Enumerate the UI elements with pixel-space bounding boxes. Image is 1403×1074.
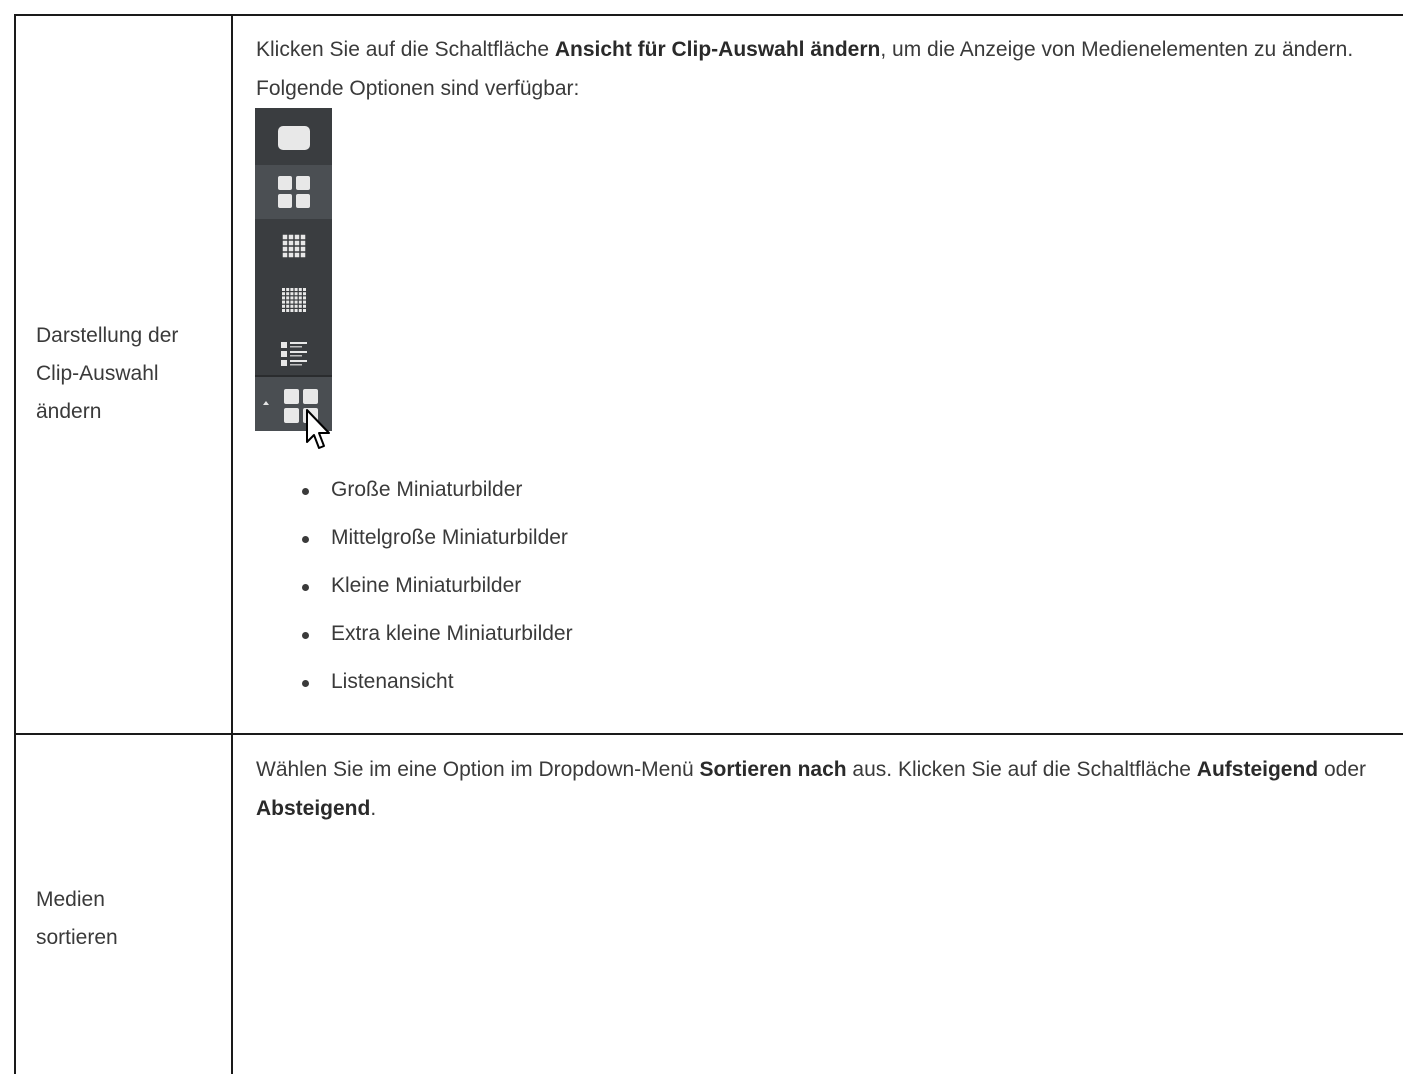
row-label-clip-view: Darstellung der Clip-Auswahl ändern bbox=[36, 317, 226, 431]
list-item: Kleine Miniaturbilder bbox=[300, 564, 573, 612]
row-label-line: Darstellung der bbox=[36, 324, 179, 347]
desc-text: oder bbox=[1318, 758, 1367, 781]
list-item: Mittelgroße Miniaturbilder bbox=[300, 516, 573, 564]
row-divider bbox=[14, 733, 1403, 735]
row-label-line: sortieren bbox=[36, 926, 118, 949]
desc-text: Wählen Sie im eine Option im Dropdown-Me… bbox=[256, 758, 700, 781]
large-thumbnails-icon bbox=[255, 111, 332, 165]
mouse-pointer-icon bbox=[306, 409, 330, 449]
row-description-sort-media: Wählen Sie im eine Option im Dropdown-Me… bbox=[256, 750, 1396, 828]
desc-text: aus. Klicken Sie auf die Schaltfläche bbox=[846, 758, 1197, 781]
desc-text: Klicken Sie auf die Schaltfläche bbox=[256, 38, 555, 61]
list-view-icon bbox=[255, 327, 332, 381]
clip-view-toolbar-image bbox=[255, 108, 332, 431]
row-description-clip-view: Klicken Sie auf die Schaltfläche Ansicht… bbox=[256, 30, 1396, 108]
desc-bold: Absteigend bbox=[256, 797, 371, 820]
list-item: Große Miniaturbilder bbox=[300, 468, 573, 516]
list-item: Extra kleine Miniaturbilder bbox=[300, 612, 573, 660]
caret-up-icon bbox=[263, 401, 269, 405]
row-label-sort-media: Medien sortieren bbox=[36, 881, 226, 957]
extra-small-thumbnails-icon bbox=[255, 273, 332, 327]
view-options-list: Große Miniaturbilder Mittelgroße Miniatu… bbox=[300, 468, 573, 708]
desc-text: . bbox=[370, 797, 377, 820]
small-thumbnails-icon bbox=[255, 219, 332, 273]
medium-thumbnails-icon bbox=[255, 165, 332, 219]
desc-bold: Sortieren nach bbox=[699, 758, 847, 781]
row-label-line: ändern bbox=[36, 400, 102, 423]
row-label-line: Clip-Auswahl bbox=[36, 362, 159, 385]
desc-bold: Ansicht für Clip-Auswahl ändern bbox=[554, 38, 881, 61]
table-top-border bbox=[14, 14, 1403, 16]
desc-bold: Aufsteigend bbox=[1196, 758, 1319, 781]
column-divider bbox=[231, 14, 233, 1074]
table-left-border bbox=[14, 14, 16, 734]
row-label-line: Medien bbox=[36, 888, 105, 911]
table-left-border-row2 bbox=[14, 733, 16, 1074]
list-item: Listenansicht bbox=[300, 660, 573, 708]
